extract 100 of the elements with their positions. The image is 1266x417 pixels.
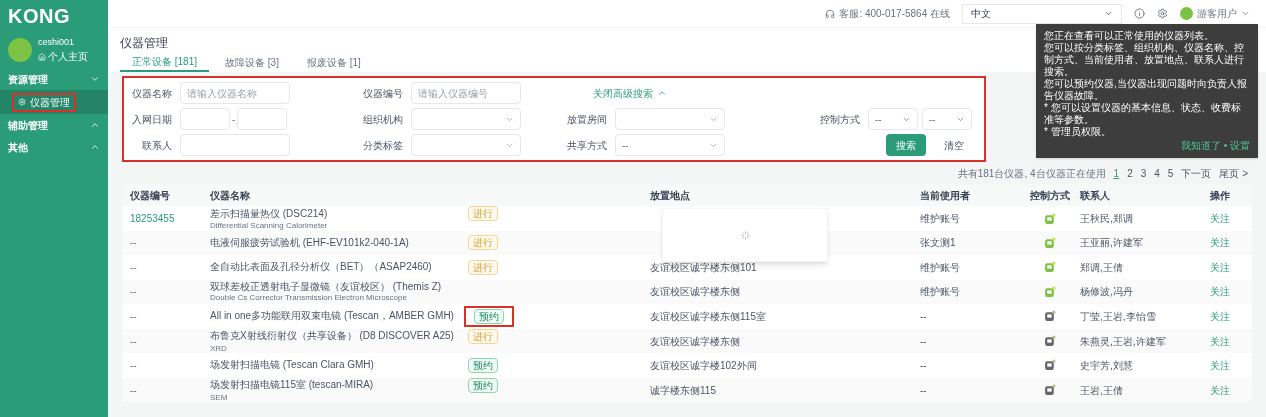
caret-icon xyxy=(1241,9,1250,18)
page-link[interactable]: 2 xyxy=(1127,165,1133,181)
page-link[interactable]: 4 xyxy=(1154,165,1160,181)
instrument-name: 场发射扫描电镜 (Tescan Clara GMH) xyxy=(210,359,375,372)
chevron-down-icon xyxy=(90,74,100,84)
select-field[interactable] xyxy=(411,134,521,156)
table-cell-text: -- xyxy=(130,383,138,398)
loading-icon xyxy=(740,230,750,240)
filter-input[interactable]: 请输入仪器名称 xyxy=(180,82,290,104)
filter-label: 仪器名称 xyxy=(131,86,172,101)
table-cell-text: -- xyxy=(130,309,138,324)
home-link[interactable]: 个人主页 xyxy=(38,49,88,65)
status-tag: 预约 xyxy=(464,305,514,327)
caret-icon xyxy=(657,88,667,98)
follow-link[interactable]: 关注 xyxy=(1210,382,1254,398)
table-cell-text: 维护账号 xyxy=(920,212,961,226)
table-cell-text: 郑调,王倩 xyxy=(1080,260,1124,275)
follow-link[interactable]: 关注 xyxy=(1210,308,1254,324)
tooltip-text: 您正在查看可以正常使用的仪器列表。 xyxy=(1044,30,1215,42)
select-field[interactable] xyxy=(615,108,725,130)
follow-link[interactable]: 关注 xyxy=(1210,284,1254,300)
table-cell-text: 朱燕灵,王岩,许建军 xyxy=(1080,334,1167,349)
table-cell-text: 史宇芳,刘慧 xyxy=(1080,358,1134,373)
settings-icon[interactable] xyxy=(1157,8,1168,19)
tooltip-text: 您可以预约仪器,当仪器出现问题时向负责人报告仪器故障。 xyxy=(1044,78,1248,102)
filter-label: 控制方式 xyxy=(819,112,860,127)
page-link[interactable]: 3 xyxy=(1140,165,1147,181)
table-cell[interactable]: 18253455 xyxy=(130,211,210,226)
user-menu[interactable]: 游客用户 xyxy=(1197,6,1250,21)
tab[interactable]: 正常设备 [181] xyxy=(120,52,210,72)
column-header: 仪器名称 xyxy=(210,188,251,203)
gear-icon xyxy=(18,98,26,106)
instrument-subtitle: SEM xyxy=(210,392,229,403)
select-field[interactable]: -- xyxy=(868,108,918,130)
info-icon[interactable] xyxy=(1134,8,1145,19)
table-cell-text: 友谊校区诚字楼102外间 xyxy=(650,358,758,373)
table-cell-text: 诚字楼东侧115 xyxy=(650,383,717,398)
home-icon xyxy=(38,52,46,61)
filter-label: 入网日期 xyxy=(131,112,172,127)
select-field[interactable]: -- xyxy=(615,134,725,156)
column-header: 放置地点 xyxy=(650,188,691,203)
caret-icon xyxy=(1104,9,1113,18)
logo: KONG xyxy=(7,4,71,29)
filter-input[interactable] xyxy=(180,134,290,156)
table-cell-text: -- xyxy=(920,309,928,324)
instrument-name: 场发射扫描电镜115室 (tescan-MIRA) xyxy=(210,379,375,391)
date-input[interactable] xyxy=(180,108,230,130)
filter-label: 仪器编号 xyxy=(362,86,403,101)
instrument-name: All in one多功能联用双束电镜 (Tescan，AMBER GMH) xyxy=(210,310,455,323)
language-select[interactable]: 中文 xyxy=(962,3,1122,24)
table-cell-text: 友谊校区诚字楼东侧101 xyxy=(650,260,758,275)
chevron-up-icon xyxy=(90,142,100,152)
status-tag: 进行 xyxy=(468,235,498,251)
follow-link[interactable]: 关注 xyxy=(1210,333,1254,349)
range-separator: - xyxy=(232,112,236,127)
filter-label: 分类标签 xyxy=(362,138,403,153)
page-link[interactable]: 1 xyxy=(1113,165,1120,181)
follow-link[interactable]: 关注 xyxy=(1210,235,1254,251)
filter-label: 组织机构 xyxy=(362,112,403,127)
avatar xyxy=(8,38,32,62)
summary-text: 共有181台仪器, 4台仪器正在使用 xyxy=(957,166,1106,181)
tooltip-text: * 管理员权限。 xyxy=(1044,126,1112,138)
menu-group[interactable]: 辅助管理 xyxy=(0,114,108,136)
follow-link[interactable]: 关注 xyxy=(1210,357,1254,373)
toggle-advanced-search-link[interactable]: 关闭高级搜索 xyxy=(593,85,816,101)
column-header: 仪器编号 xyxy=(130,188,171,203)
select-field[interactable] xyxy=(411,108,521,130)
table-cell-text: -- xyxy=(130,285,138,300)
table-cell-text: -- xyxy=(130,358,138,373)
tooltip-text: 您可以按分类标签、组织机构、仪器名称、控制方式、当前使用者、放置地点、联系人进行搜索。 xyxy=(1044,42,1245,78)
tab[interactable]: 故障设备 [3] xyxy=(213,52,291,72)
filter-label: 放置房间 xyxy=(566,112,607,127)
sidebar-item[interactable]: 仪器管理 xyxy=(12,92,76,112)
next-page-link[interactable]: 下一页 xyxy=(1181,165,1212,181)
column-header: 当前使用者 xyxy=(920,188,971,203)
tooltip-action-link[interactable]: 我知道了 • 设置 xyxy=(1180,140,1250,152)
tab[interactable]: 报废设备 [1] xyxy=(294,52,373,72)
search-button[interactable]: 搜索 xyxy=(886,134,926,156)
instrument-name: 全自动比表面及孔径分析仪（BET）（ASAP2460) xyxy=(210,261,433,274)
date-input[interactable] xyxy=(237,108,288,130)
instrument-subtitle: Double Cs Corrector Transmission Electron Microscope xyxy=(210,292,408,303)
table-cell-text: 维护账号 xyxy=(920,285,961,300)
column-header: 联系人 xyxy=(1080,188,1111,203)
table-cell-text: -- xyxy=(920,334,928,349)
follow-link[interactable]: 关注 xyxy=(1210,259,1254,275)
table-cell-text: 友谊校区诚字楼东侧 xyxy=(650,285,741,300)
status-tag: 进行 xyxy=(468,259,498,275)
menu-group[interactable]: 资源管理 xyxy=(0,68,108,90)
avatar xyxy=(1180,7,1193,20)
follow-link[interactable]: 关注 xyxy=(1210,211,1254,226)
table-cell-text: 杨修波,冯丹 xyxy=(1080,285,1134,300)
instrument-name: 布鲁克X射线衍射仪（共享设备） (D8 DISCOVER A25) xyxy=(210,330,455,342)
last-page-link[interactable]: 尾页 > xyxy=(1219,165,1248,181)
select-field[interactable]: -- xyxy=(922,108,972,130)
filter-label: 联系人 xyxy=(141,138,172,153)
service-hotline: 客服: 400-017-5864 在线 xyxy=(825,6,950,21)
filter-input[interactable]: 请输入仪器编号 xyxy=(411,82,521,104)
table-cell-text: 张文测1 xyxy=(920,236,957,251)
page-link[interactable]: 5 xyxy=(1167,165,1174,181)
menu-group[interactable]: 其他 xyxy=(0,136,108,158)
